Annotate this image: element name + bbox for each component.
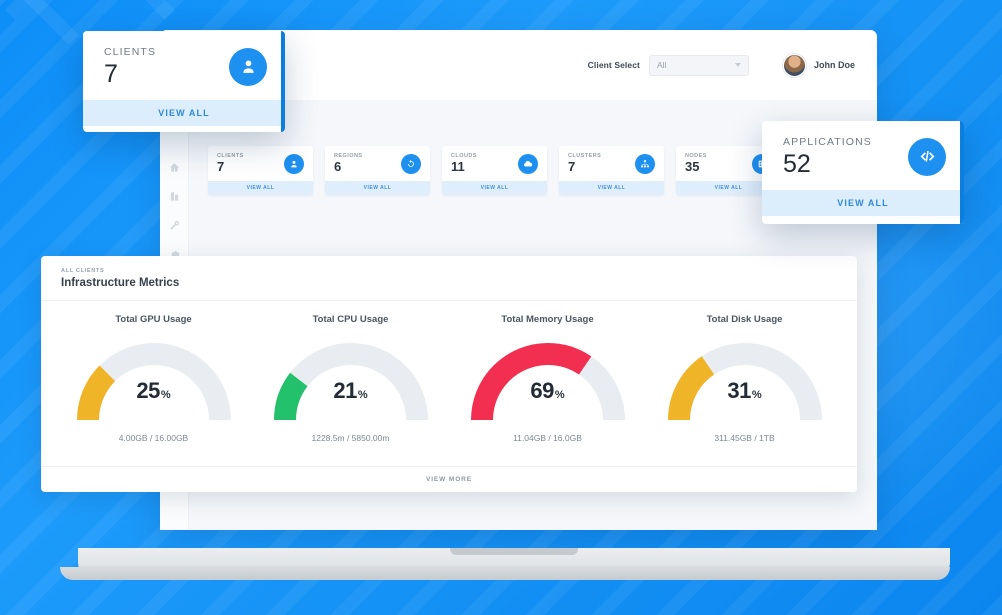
floating-card-edge bbox=[281, 31, 285, 132]
gauge-unit: % bbox=[161, 389, 171, 401]
gauge-value: 31 bbox=[727, 378, 750, 404]
floating-card-view-all[interactable]: VIEW ALL bbox=[762, 190, 964, 216]
gauge-arc: 21 % bbox=[268, 334, 434, 426]
stat-card-body: CLOUDS 11 bbox=[442, 146, 547, 181]
floating-card-value: 7 bbox=[104, 61, 156, 87]
laptop-foot bbox=[60, 567, 950, 580]
stat-card-view-all[interactable]: VIEW ALL bbox=[442, 181, 547, 195]
stat-card-clouds[interactable]: CLOUDS 11 VIEW ALL bbox=[442, 146, 547, 195]
stat-card-value: 35 bbox=[685, 160, 707, 175]
floating-card-value: 52 bbox=[783, 151, 872, 177]
floating-card-label: APPLICATIONS bbox=[783, 136, 872, 148]
user-menu[interactable]: John Doe bbox=[783, 54, 855, 77]
code-icon bbox=[908, 138, 946, 176]
gauge-value: 25 bbox=[136, 378, 159, 404]
gauge-row: Total GPU Usage 25 % 4.00GB / 16.00GB To… bbox=[41, 301, 857, 443]
cloud-icon bbox=[518, 154, 538, 174]
stat-card-body: REGIONS 6 bbox=[325, 146, 430, 181]
metrics-title: Infrastructure Metrics bbox=[61, 277, 857, 289]
metrics-header: ALL CLIENTS Infrastructure Metrics bbox=[41, 256, 857, 301]
stat-card-value: 7 bbox=[568, 160, 601, 175]
stat-card-body: CLUSTERS 7 bbox=[559, 146, 664, 181]
user-name: John Doe bbox=[814, 60, 855, 70]
stat-card-clusters[interactable]: CLUSTERS 7 VIEW ALL bbox=[559, 146, 664, 195]
gauge-value: 69 bbox=[530, 378, 553, 404]
gauge-memory: Total Memory Usage 69 % 11.04GB / 16.0GB bbox=[453, 314, 643, 443]
gauge-subtext: 11.04GB / 16.0GB bbox=[453, 433, 643, 443]
gauge-title: Total Memory Usage bbox=[453, 314, 643, 325]
gauge-value-group: 69 % bbox=[465, 378, 631, 404]
stat-card-view-all[interactable]: VIEW ALL bbox=[208, 181, 313, 195]
floating-card-view-all[interactable]: VIEW ALL bbox=[83, 100, 285, 126]
stat-card-value: 11 bbox=[451, 160, 477, 175]
stat-card-row: CLIENTS 7 VIEW ALL REGIONS 6 bbox=[203, 146, 859, 195]
home-icon[interactable] bbox=[169, 162, 180, 173]
stat-card-clients[interactable]: CLIENTS 7 VIEW ALL bbox=[208, 146, 313, 195]
building-icon[interactable] bbox=[169, 191, 180, 202]
gauge-value-group: 25 % bbox=[71, 378, 237, 404]
cluster-icon bbox=[635, 154, 655, 174]
client-select-value: All bbox=[657, 60, 666, 70]
gauge-unit: % bbox=[752, 389, 762, 401]
gauge-arc: 69 % bbox=[465, 334, 631, 426]
user-icon bbox=[229, 48, 267, 86]
stat-card-view-all[interactable]: VIEW ALL bbox=[559, 181, 664, 195]
stat-card-value: 6 bbox=[334, 160, 363, 175]
gauge-cpu: Total CPU Usage 21 % 1228.5m / 5850.00m bbox=[256, 314, 446, 443]
gauge-gpu: Total GPU Usage 25 % 4.00GB / 16.00GB bbox=[59, 314, 249, 443]
gauge-disk: Total Disk Usage 31 % 311.45GB / 1TB bbox=[650, 314, 840, 443]
gauge-value-group: 21 % bbox=[268, 378, 434, 404]
gauge-arc: 25 % bbox=[71, 334, 237, 426]
client-select-label: Client Select bbox=[588, 60, 640, 70]
gauge-subtext: 4.00GB / 16.00GB bbox=[59, 433, 249, 443]
gauge-arc: 31 % bbox=[662, 334, 828, 426]
stat-card-body: CLIENTS 7 bbox=[208, 146, 313, 181]
avatar bbox=[783, 54, 806, 77]
gauge-unit: % bbox=[555, 389, 565, 401]
gauge-unit: % bbox=[358, 389, 368, 401]
metrics-view-more[interactable]: VIEW MORE bbox=[41, 466, 857, 492]
stat-card-view-all[interactable]: VIEW ALL bbox=[325, 181, 430, 195]
gauge-subtext: 311.45GB / 1TB bbox=[650, 433, 840, 443]
stat-card-regions[interactable]: REGIONS 6 VIEW ALL bbox=[325, 146, 430, 195]
chevron-down-icon bbox=[735, 63, 741, 67]
metrics-eyebrow: ALL CLIENTS bbox=[61, 268, 857, 274]
client-select-dropdown[interactable]: All bbox=[649, 55, 749, 76]
stat-card-value: 7 bbox=[217, 160, 244, 175]
floating-card-body: CLIENTS 7 bbox=[83, 31, 285, 100]
gauge-value: 21 bbox=[333, 378, 356, 404]
floating-card-body: APPLICATIONS 52 bbox=[762, 121, 964, 190]
gauge-title: Total CPU Usage bbox=[256, 314, 446, 325]
gauge-title: Total Disk Usage bbox=[650, 314, 840, 325]
floating-card-clients[interactable]: CLIENTS 7 VIEW ALL bbox=[83, 31, 285, 132]
gauge-subtext: 1228.5m / 5850.00m bbox=[256, 433, 446, 443]
gauge-value-group: 31 % bbox=[662, 378, 828, 404]
floating-card-label: CLIENTS bbox=[104, 46, 156, 58]
infrastructure-metrics-panel: ALL CLIENTS Infrastructure Metrics Total… bbox=[41, 256, 857, 492]
gauge-title: Total GPU Usage bbox=[59, 314, 249, 325]
floating-card-applications[interactable]: APPLICATIONS 52 VIEW ALL bbox=[762, 121, 964, 224]
floating-card-edge bbox=[960, 121, 964, 224]
wrench-icon[interactable] bbox=[169, 220, 180, 231]
user-icon bbox=[284, 154, 304, 174]
refresh-icon bbox=[401, 154, 421, 174]
